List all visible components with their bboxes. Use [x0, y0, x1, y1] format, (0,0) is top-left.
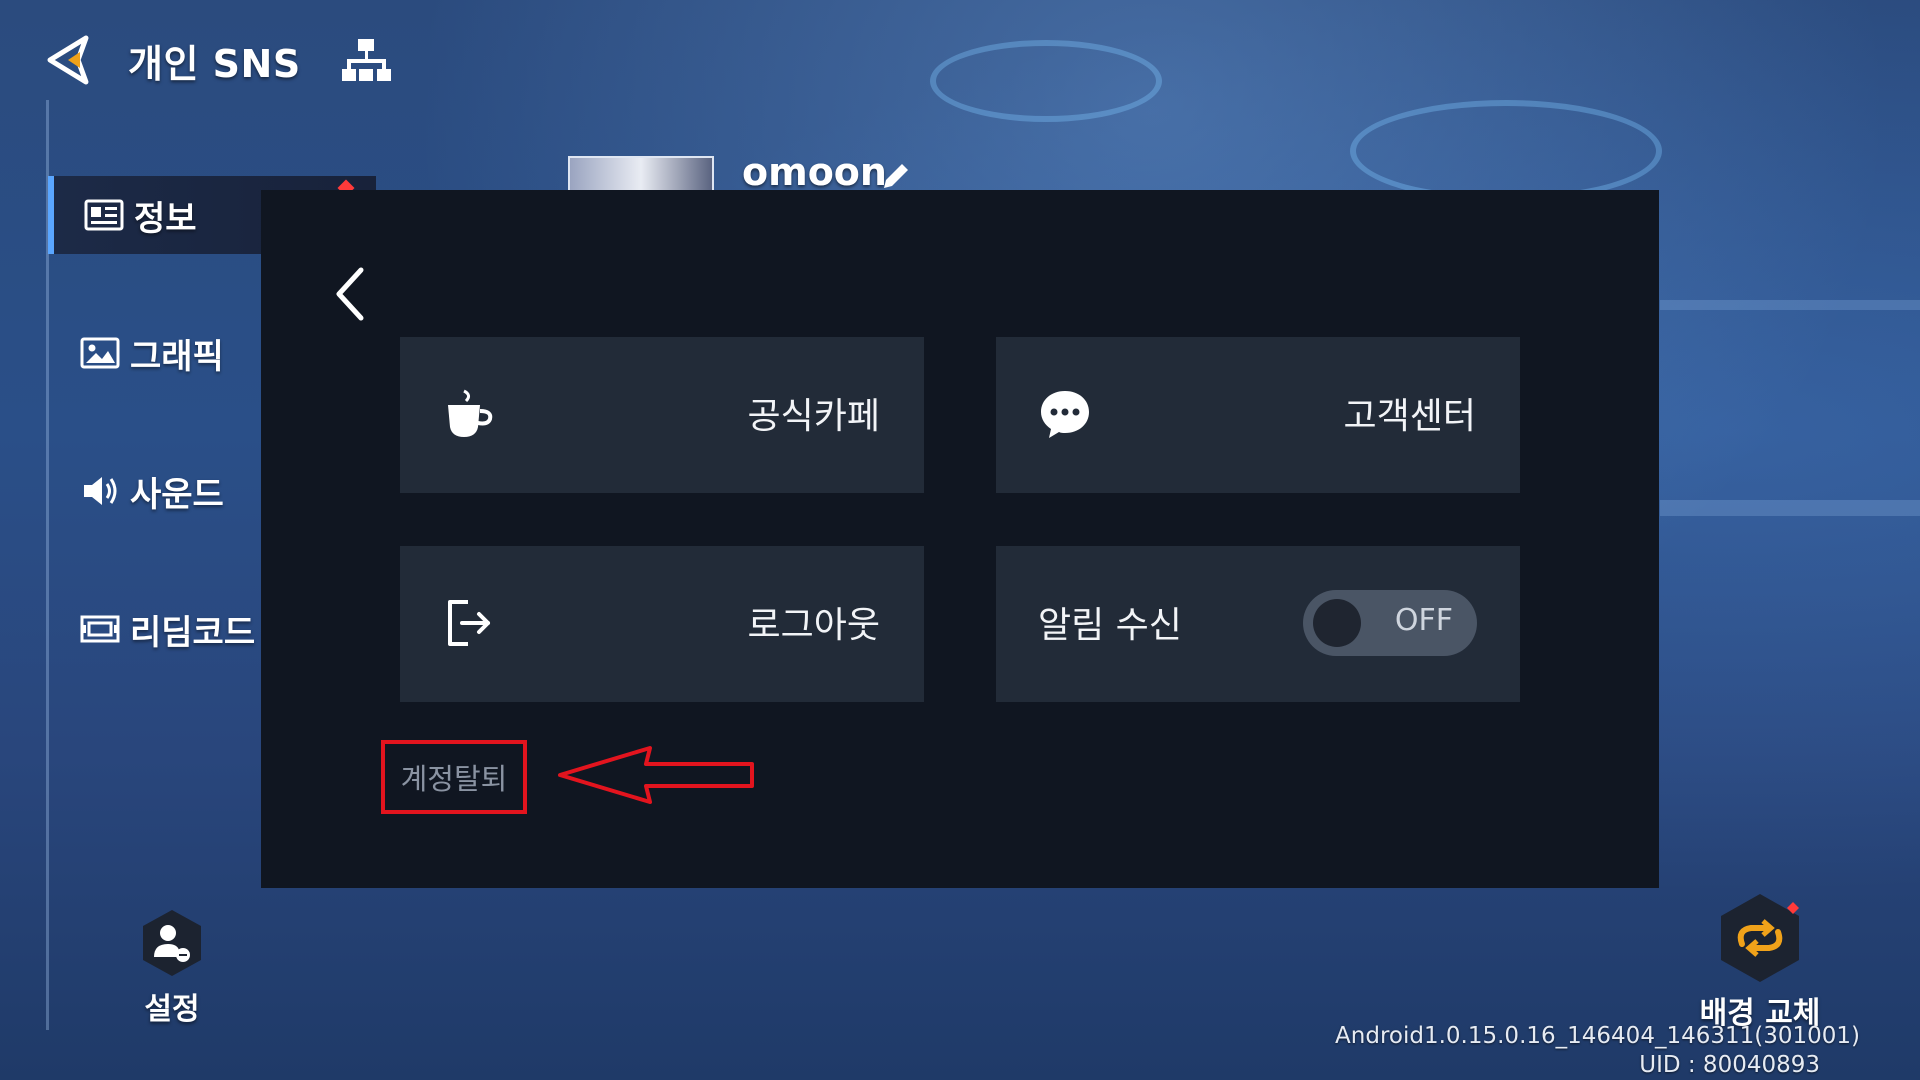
logout-button[interactable]: 로그아웃	[400, 546, 924, 702]
notification-toggle[interactable]: OFF	[1303, 590, 1477, 656]
official-cafe-button[interactable]: 공식카페	[400, 337, 924, 493]
hierarchy-icon[interactable]	[341, 37, 391, 83]
toggle-knob	[1313, 599, 1361, 647]
avatar[interactable]	[568, 156, 714, 194]
toggle-state: OFF	[1394, 603, 1453, 638]
page-title: 개인 SNS	[128, 41, 301, 86]
sidebar-item-redeem-code[interactable]: 리딤코드	[50, 590, 260, 668]
chevron-left-icon[interactable]	[331, 264, 371, 324]
id-card-icon	[84, 199, 124, 231]
sidebar-item-sound[interactable]: 사운드	[50, 452, 260, 530]
link-swap-icon	[1721, 894, 1799, 982]
sidebar-item-label: 그래픽	[130, 336, 224, 377]
top-bar: 개인 SNS	[44, 30, 391, 90]
sidebar-item-graphics[interactable]: 그래픽	[50, 314, 260, 392]
logout-icon	[448, 600, 490, 646]
background-rail	[1660, 300, 1920, 310]
background-ring	[930, 40, 1162, 122]
change-background-button[interactable]: 배경 교체	[1690, 892, 1830, 1032]
card-label: 고객센터	[1343, 396, 1476, 437]
annotation-arrow-icon	[558, 746, 754, 804]
speaker-icon	[84, 477, 117, 505]
sidebar-item-label: 정보	[134, 198, 197, 239]
card-label: 로그아웃	[747, 605, 880, 646]
delete-account-label: 계정탈퇴	[400, 762, 508, 796]
pencil-icon[interactable]	[880, 160, 912, 192]
user-settings-icon	[143, 910, 201, 976]
chat-bubble-icon	[1041, 391, 1089, 438]
background-ring	[1350, 100, 1662, 202]
customer-center-button[interactable]: 고객센터	[996, 337, 1520, 493]
background-rail	[1660, 500, 1920, 516]
coffee-cup-icon	[448, 389, 493, 437]
version-text: Android1.0.15.0.16_146404_146311(301001)	[1335, 1023, 1860, 1049]
delete-account-button[interactable]: 계정탈퇴	[381, 740, 527, 814]
notification-card: 알림 수신 OFF	[996, 546, 1520, 702]
settings-label: 설정	[144, 992, 200, 1027]
card-label: 공식카페	[747, 396, 880, 437]
coupon-icon	[80, 615, 120, 643]
image-icon	[80, 337, 120, 369]
notification-label: 알림 수신	[1038, 605, 1182, 646]
settings-modal: 공식카페 고객센터 로그아웃 알림 수신 OFF 계정탈퇴	[261, 190, 1659, 888]
sidebar-item-label: 리딤코드	[130, 612, 256, 653]
uid-text: UID : 80040893	[1639, 1052, 1820, 1078]
settings-button[interactable]: 설정	[128, 908, 216, 1028]
username: omoon	[742, 150, 887, 194]
back-arrow-icon[interactable]	[44, 32, 100, 88]
sidebar-item-label: 사운드	[130, 474, 224, 515]
